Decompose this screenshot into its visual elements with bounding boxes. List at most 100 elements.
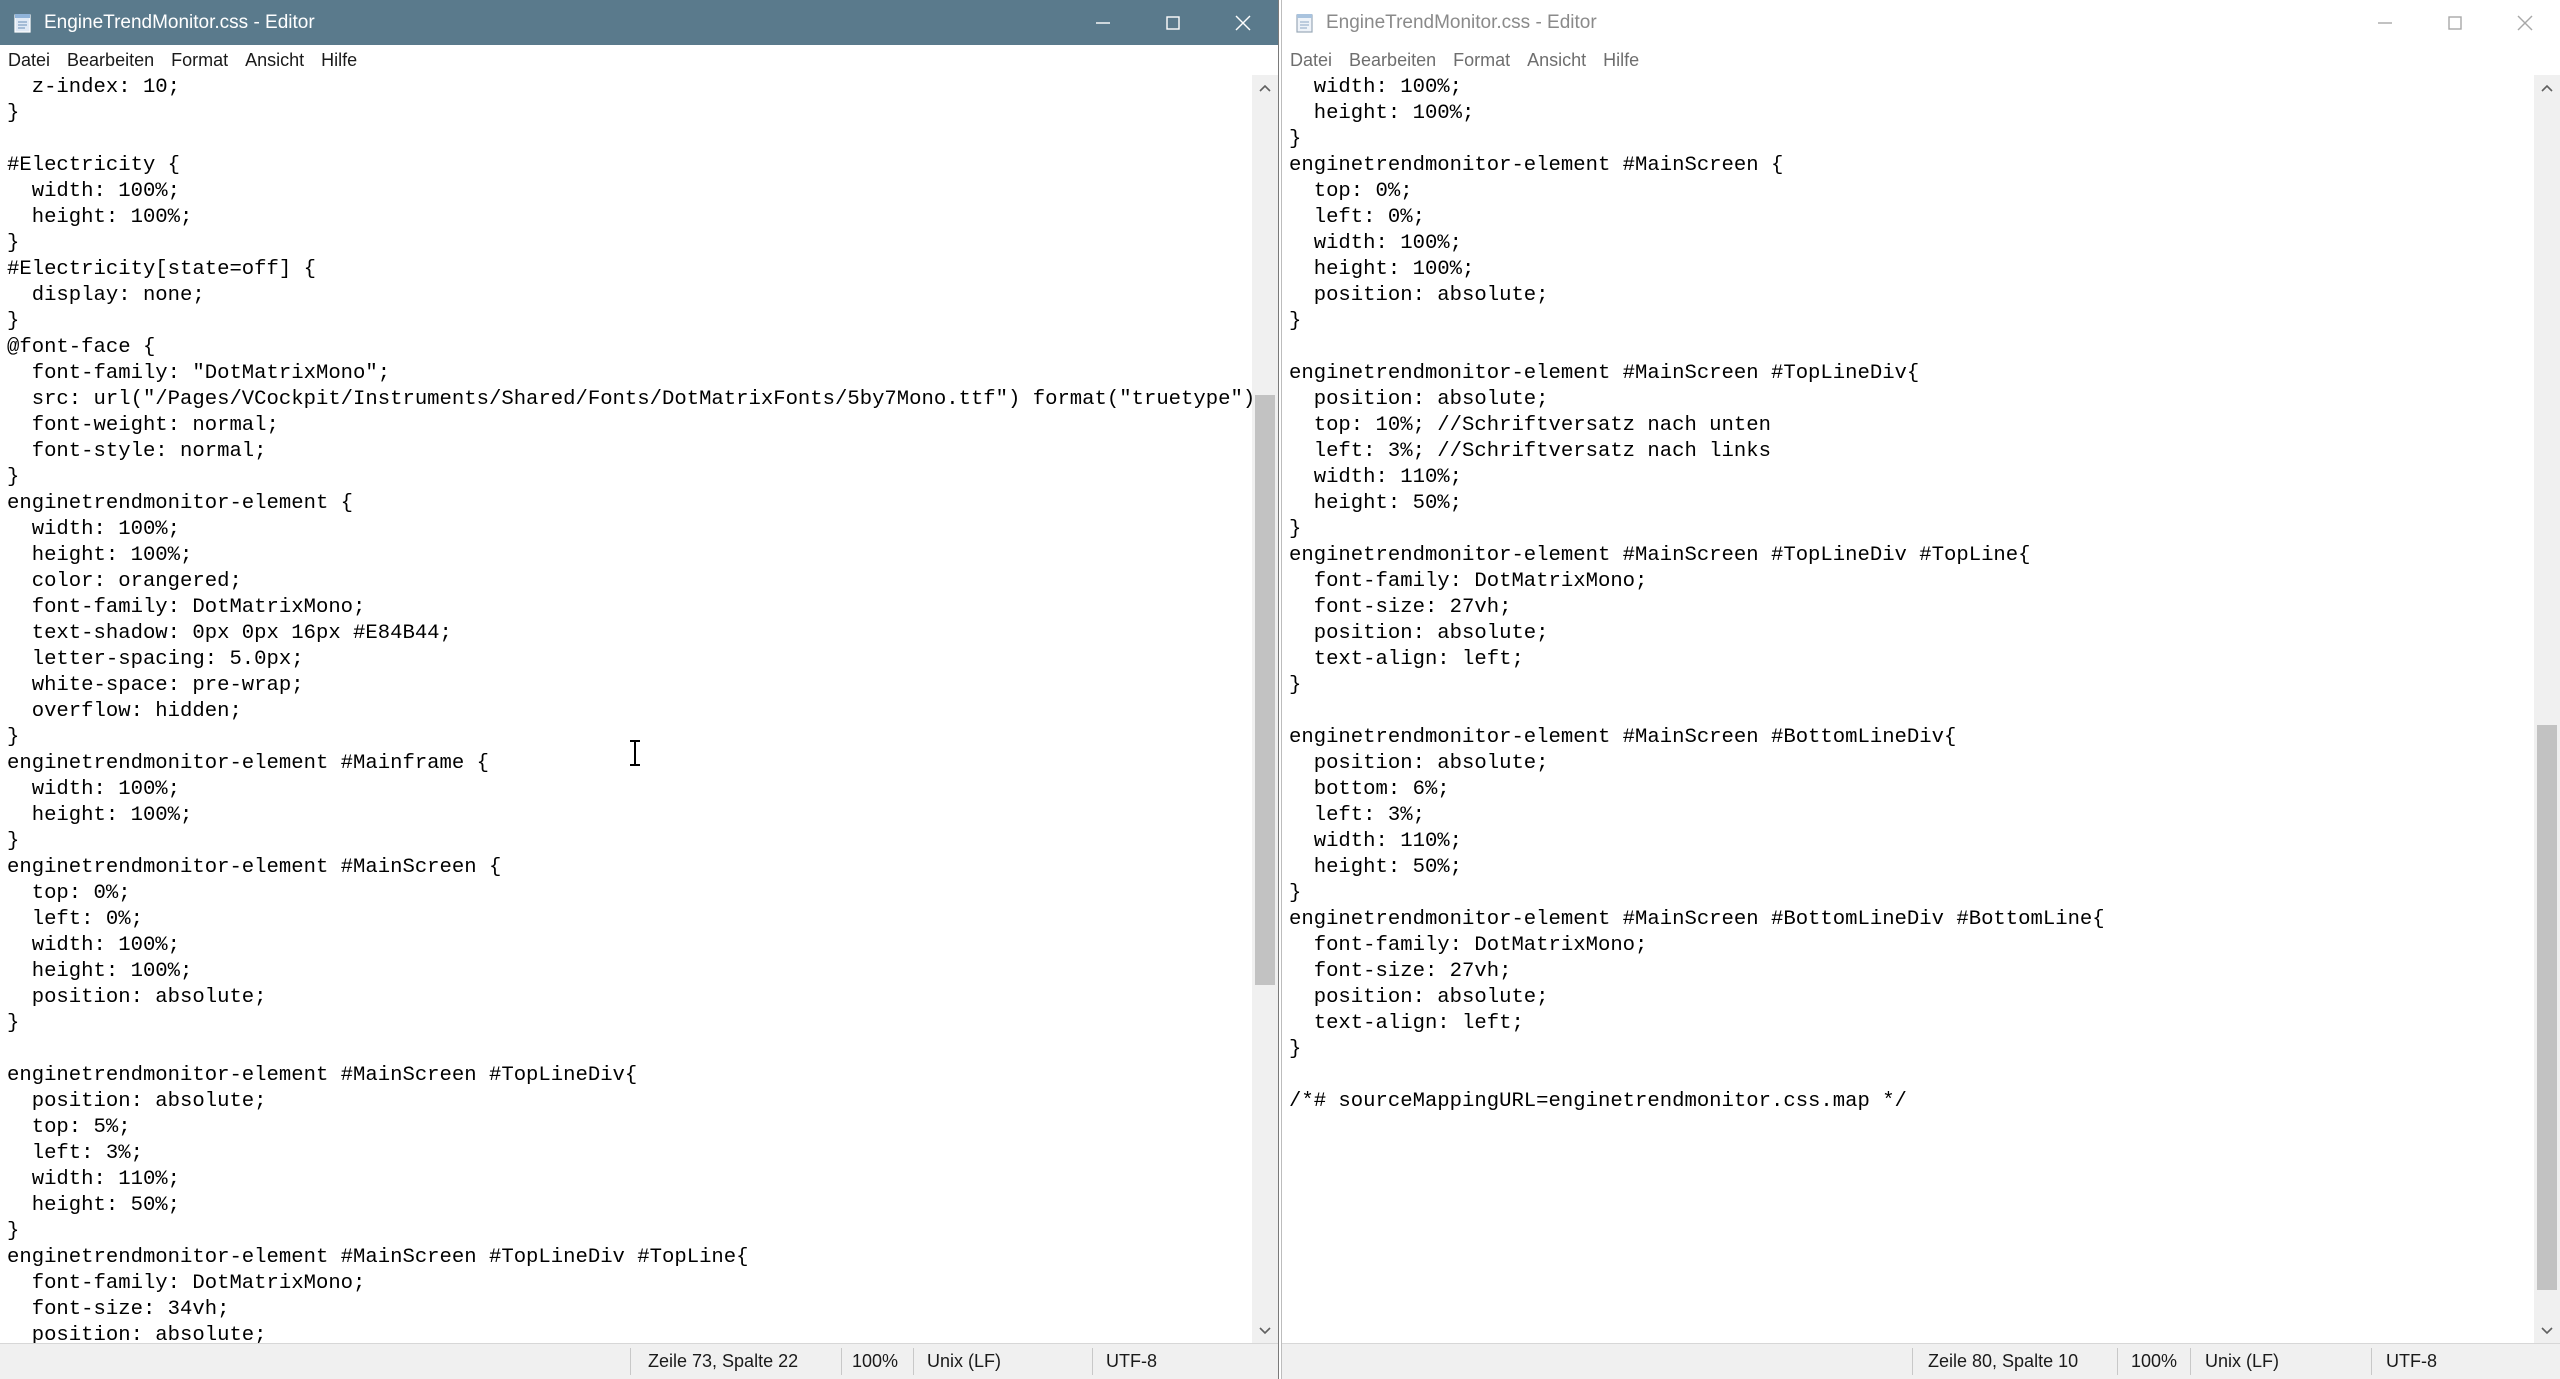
code-line: position: absolute;: [7, 1324, 267, 1344]
minimize-button[interactable]: [2350, 0, 2420, 45]
code-line: display: none;: [7, 284, 205, 307]
status-separator: [913, 1348, 914, 1375]
code-line: }: [7, 1012, 20, 1035]
code-line: enginetrendmonitor-element #MainScreen #…: [7, 1246, 749, 1269]
code-line: letter-spacing: 5.0px;: [7, 648, 304, 671]
code-line: width: 100%;: [1289, 232, 1463, 255]
menu-format[interactable]: Format: [163, 50, 237, 71]
code-content: width: 100%; height: 100%;} enginetrendmo…: [1282, 75, 2534, 1115]
code-line: left: 0%;: [7, 908, 143, 931]
status-separator: [1912, 1348, 1913, 1375]
close-icon: [2517, 15, 2533, 30]
menu-ansicht[interactable]: Ansicht: [237, 50, 313, 71]
code-line: height: 100%;: [7, 544, 193, 567]
minimize-button[interactable]: [1068, 0, 1138, 45]
text-editor-area[interactable]: z-index: 10;} #Electricity { width: 100%;…: [0, 75, 1252, 1344]
text-editor-area[interactable]: width: 100%; height: 100%;} enginetrendmo…: [1282, 75, 2534, 1344]
code-line: }: [7, 1220, 20, 1243]
code-line: z-index: 10;: [7, 76, 181, 99]
code-line: width: 100%;: [7, 518, 181, 541]
title-bar[interactable]: EngineTrendMonitor.css - Editor: [1282, 0, 2560, 46]
scrollbar-thumb[interactable]: [1255, 395, 1275, 985]
status-separator: [2371, 1348, 2372, 1375]
code-line: position: absolute;: [1289, 388, 1549, 411]
menu-bearbeiten[interactable]: Bearbeiten: [59, 50, 163, 71]
maximize-icon: [2448, 15, 2462, 30]
menu-datei[interactable]: Datei: [0, 50, 59, 71]
status-separator: [630, 1348, 631, 1375]
code-line: bottom: 6%;: [1289, 778, 1450, 801]
code-line: font-family: DotMatrixMono;: [7, 1272, 366, 1295]
code-line: text-align: left;: [1289, 648, 1524, 671]
code-line: position: absolute;: [1289, 622, 1549, 645]
maximize-button[interactable]: [2420, 0, 2490, 45]
code-line: position: absolute;: [7, 1090, 267, 1113]
code-line: height: 100%;: [7, 804, 193, 827]
status-separator: [2190, 1348, 2191, 1375]
code-line: font-style: normal;: [7, 440, 267, 463]
minimize-icon: [2378, 21, 2392, 24]
code-line: width: 100%;: [7, 180, 181, 203]
code-line: /*# sourceMappingURL=enginetrendmonitor.…: [1289, 1090, 1907, 1113]
menu-format[interactable]: Format: [1445, 50, 1519, 71]
menu-datei[interactable]: Datei: [1282, 50, 1341, 71]
notepad-icon[interactable]: [1294, 12, 1316, 34]
code-line: position: absolute;: [1289, 986, 1549, 1009]
code-line: src: url("/Pages/VCockpit/Instruments/Sh…: [7, 388, 1252, 411]
code-line: font-family: "DotMatrixMono";: [7, 362, 391, 385]
scrollbar-thumb[interactable]: [2537, 725, 2557, 1290]
code-line: enginetrendmonitor-element {: [7, 492, 354, 515]
code-line: font-family: DotMatrixMono;: [7, 596, 366, 619]
menu-ansicht[interactable]: Ansicht: [1519, 50, 1595, 71]
code-line: #Electricity[state=off] {: [7, 258, 316, 281]
scroll-up-icon[interactable]: [1252, 75, 1278, 101]
code-line: position: absolute;: [1289, 284, 1549, 307]
code-line: left: 3%; //Schriftversatz nach links: [1289, 440, 1771, 463]
line-ending: Unix (LF): [2205, 1351, 2280, 1371]
code-line: enginetrendmonitor-element #MainScreen #…: [1289, 544, 2031, 567]
code-line: font-size: 27vh;: [1289, 960, 1512, 983]
status-separator: [2117, 1348, 2118, 1375]
code-line: top: 0%;: [7, 882, 131, 905]
code-line: left: 0%;: [1289, 206, 1425, 229]
code-line: height: 50%;: [1289, 492, 1463, 515]
scroll-down-icon[interactable]: [2534, 1318, 2560, 1344]
title-bar[interactable]: EngineTrendMonitor.css - Editor: [0, 0, 1278, 45]
code-line: left: 3%;: [1289, 804, 1425, 827]
scroll-up-icon[interactable]: [2534, 75, 2560, 101]
encoding: UTF-8: [2386, 1351, 2437, 1371]
scroll-down-icon[interactable]: [1252, 1318, 1278, 1344]
menu-hilfe[interactable]: Hilfe: [1595, 50, 1648, 71]
code-line: left: 3%;: [7, 1142, 143, 1165]
minimize-icon: [1096, 21, 1110, 24]
window-title: EngineTrendMonitor.css - Editor: [1326, 11, 1597, 33]
notepad-icon[interactable]: [12, 12, 34, 34]
code-line: width: 100%;: [7, 778, 181, 801]
vertical-scrollbar[interactable]: [1252, 75, 1278, 1344]
code-line: height: 100%;: [7, 960, 193, 983]
menu-hilfe[interactable]: Hilfe: [313, 50, 366, 71]
code-line: }: [7, 232, 20, 255]
code-line: }: [1289, 1038, 1302, 1061]
code-line: enginetrendmonitor-element #MainScreen #…: [1289, 362, 1920, 385]
close-button[interactable]: [1208, 0, 1278, 45]
code-line: white-space: pre-wrap;: [7, 674, 304, 697]
menu-bearbeiten[interactable]: Bearbeiten: [1341, 50, 1445, 71]
code-line: font-family: DotMatrixMono;: [1289, 934, 1648, 957]
menu-bar: Datei Bearbeiten Format Ansicht Hilfe: [1282, 45, 2560, 75]
code-line: #Electricity {: [7, 154, 181, 177]
status-separator: [841, 1348, 842, 1375]
code-line: }: [7, 466, 20, 489]
maximize-button[interactable]: [1138, 0, 1208, 45]
close-icon: [1235, 15, 1251, 30]
line-ending: Unix (LF): [927, 1351, 1002, 1371]
vertical-scrollbar[interactable]: [2534, 75, 2560, 1344]
close-button[interactable]: [2490, 0, 2560, 45]
code-line: top: 0%;: [1289, 180, 1413, 203]
code-line: text-shadow: 0px 0px 16px #E84B44;: [7, 622, 452, 645]
encoding: UTF-8: [1106, 1351, 1157, 1371]
